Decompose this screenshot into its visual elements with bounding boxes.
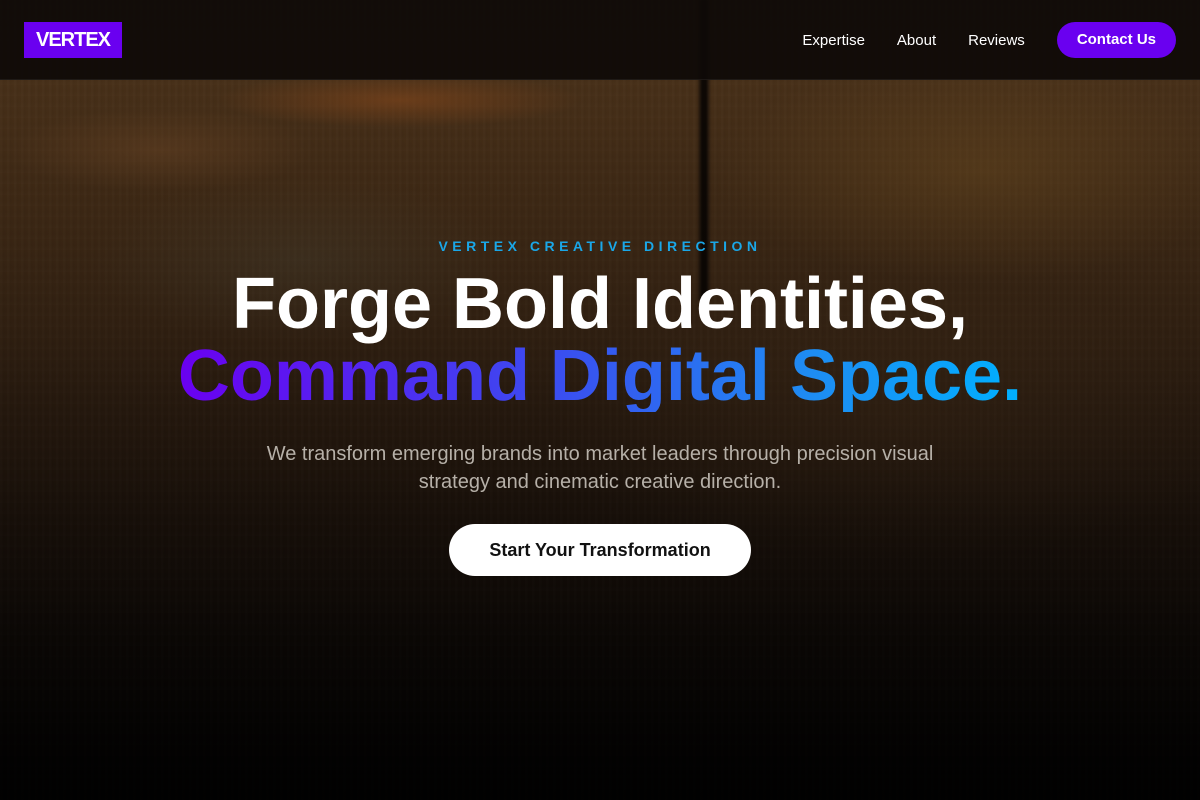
- start-transformation-button[interactable]: Start Your Transformation: [449, 524, 751, 576]
- main-nav: Expertise About Reviews Contact Us: [802, 22, 1176, 58]
- site-header: VERTEX Expertise About Reviews Contact U…: [0, 0, 1200, 80]
- nav-link-about[interactable]: About: [897, 32, 936, 49]
- brand-logo[interactable]: VERTEX: [24, 22, 123, 58]
- hero-headline: Forge Bold Identities, Command Digital S…: [0, 268, 1200, 412]
- landing-page: VERTEX Expertise About Reviews Contact U…: [0, 0, 1200, 800]
- contact-us-button[interactable]: Contact Us: [1056, 22, 1176, 58]
- nav-link-expertise[interactable]: Expertise: [802, 32, 865, 49]
- hero-subtitle: We transform emerging brands into market…: [266, 443, 934, 493]
- hero-eyebrow: VERTEX CREATIVE DIRECTION: [438, 238, 762, 254]
- headline-line-2: Command Digital Space.: [177, 336, 1023, 416]
- nav-link-reviews[interactable]: Reviews: [968, 32, 1025, 49]
- headline-line-1: Forge Bold Identities,: [231, 264, 969, 344]
